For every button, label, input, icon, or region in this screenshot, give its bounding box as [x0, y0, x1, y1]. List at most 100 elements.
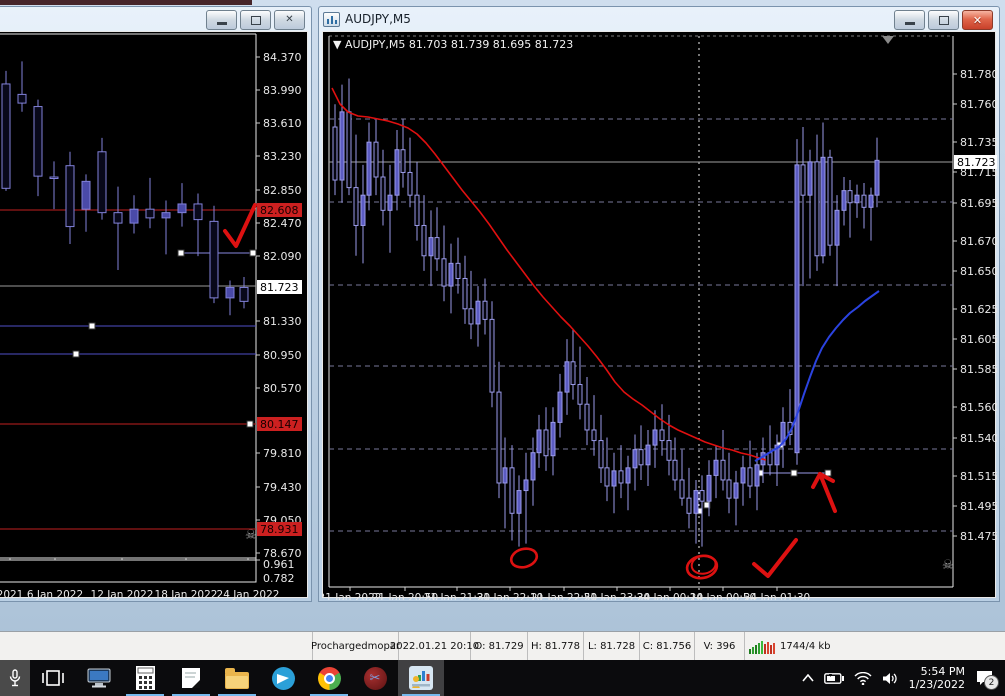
status-traffic: 1744/4 kb: [745, 632, 835, 661]
chrome-icon: [317, 666, 341, 690]
svg-text:12 Jan 2022: 12 Jan 2022: [91, 589, 154, 600]
chart-window-icon: [323, 11, 340, 27]
svg-text:0.782: 0.782: [263, 572, 295, 585]
restore-icon[interactable]: [928, 10, 959, 30]
svg-text:81.540: 81.540: [960, 432, 997, 445]
svg-text:83.990: 83.990: [263, 84, 302, 97]
task-view-icon: [42, 670, 64, 686]
svg-text:81.475: 81.475: [960, 530, 997, 543]
minimize-icon[interactable]: [894, 10, 925, 30]
status-bar: Prochargedmopar 2022.01.21 20:10 O: 81.7…: [0, 631, 1005, 661]
svg-text:2021: 2021: [0, 589, 23, 600]
svg-text:81.560: 81.560: [960, 401, 997, 414]
svg-text:☠: ☠: [942, 558, 954, 573]
svg-text:81.330: 81.330: [263, 315, 302, 328]
svg-text:81.495: 81.495: [960, 500, 997, 513]
svg-text:81.515: 81.515: [960, 470, 997, 483]
left-chart-canvas[interactable]: 84.370 83.990 83.610 83.230 82.850 82.470 82.0…: [0, 32, 309, 600]
svg-text:78.931: 78.931: [260, 523, 299, 536]
notification-center-icon[interactable]: 2: [975, 669, 999, 690]
svg-text:☠: ☠: [245, 528, 257, 543]
svg-text:82.470: 82.470: [263, 217, 302, 230]
svg-text:81.670: 81.670: [960, 235, 997, 248]
chart-window-audjpy-m5[interactable]: AUDJPY,M5 ✕ 81.780 81.760 81.735 81.715 81.6…: [318, 6, 1000, 602]
tray-chevron-icon[interactable]: [801, 674, 814, 682]
svg-text:81.723: 81.723: [957, 156, 996, 169]
svg-text:79.430: 79.430: [263, 481, 302, 494]
chart-window-left[interactable]: ✕ 84.370 83.990 83.610 83.230 82.850 82.470 82…: [0, 6, 312, 602]
file-explorer-icon: [225, 667, 249, 689]
svg-text:79.810: 79.810: [263, 447, 302, 460]
svg-text:80.147: 80.147: [260, 418, 299, 431]
battery-icon[interactable]: [823, 672, 844, 684]
calculator-icon: [135, 666, 155, 690]
svg-text:81.735: 81.735: [960, 136, 997, 149]
svg-text:82.090: 82.090: [263, 250, 302, 263]
svg-text:81.585: 81.585: [960, 363, 997, 376]
svg-text:83.610: 83.610: [263, 117, 302, 130]
svg-text:81.695: 81.695: [960, 197, 997, 210]
tray-time: 5:54 PM: [920, 665, 965, 678]
status-open: O: 81.729: [471, 632, 528, 661]
svg-text:81.625: 81.625: [960, 303, 997, 316]
wifi-icon[interactable]: [854, 671, 872, 685]
taskbar-chrome-button[interactable]: [306, 660, 352, 696]
traffic-label: 1744/4 kb: [780, 641, 831, 652]
background-window-edge: [0, 0, 252, 5]
status-account: Prochargedmopar: [311, 632, 400, 661]
taskbar-notepad-button[interactable]: [168, 660, 214, 696]
metatrader-icon: [409, 666, 433, 690]
minimize-icon[interactable]: [206, 10, 237, 30]
svg-text:24 Jan 01:30: 24 Jan 01:30: [744, 592, 810, 600]
taskbar-file-explorer-button[interactable]: [214, 660, 260, 696]
speaker-icon[interactable]: [882, 672, 899, 685]
status-close: C: 81.756: [640, 632, 695, 661]
svg-text:6 Jan 2022: 6 Jan 2022: [27, 589, 83, 600]
close-icon[interactable]: ✕: [274, 10, 305, 30]
traffic-bars-icon: [749, 640, 775, 654]
svg-text:80.570: 80.570: [263, 382, 302, 395]
svg-text:18 Jan 2022: 18 Jan 2022: [155, 589, 218, 600]
taskbar: ✂ 5:54 PM 1/23/2022 2: [0, 660, 1005, 696]
taskbar-telegram-button[interactable]: [260, 660, 306, 696]
svg-text:82.608: 82.608: [260, 204, 299, 217]
right-chart-client: 81.780 81.760 81.735 81.715 81.695 81.670 81.6…: [322, 31, 997, 600]
taskbar-clock[interactable]: 5:54 PM 1/23/2022: [909, 665, 965, 691]
status-bar-datetime: 2022.01.21 20:10: [390, 632, 479, 661]
window-title: AUDJPY,M5: [345, 12, 411, 26]
svg-text:83.230: 83.230: [263, 150, 302, 163]
taskbar-media-app-button[interactable]: ✂: [352, 660, 398, 696]
status-volume: V: 396: [695, 632, 745, 661]
notification-badge: 2: [984, 675, 999, 690]
svg-text:0.961: 0.961: [263, 558, 295, 571]
svg-text:81.780: 81.780: [960, 68, 997, 81]
left-window-titlebar[interactable]: ✕: [0, 7, 311, 31]
media-app-icon: ✂: [363, 666, 387, 690]
taskbar-microphone-button[interactable]: [0, 660, 30, 696]
status-blank: [0, 632, 313, 661]
restore-icon[interactable]: [240, 10, 271, 30]
right-window-titlebar[interactable]: AUDJPY,M5 ✕: [319, 7, 999, 31]
notepad-icon: [182, 668, 200, 688]
microphone-icon: [9, 669, 21, 687]
system-tray: 5:54 PM 1/23/2022 2: [801, 660, 1005, 696]
taskbar-computer-button[interactable]: [76, 660, 122, 696]
taskbar-task-view-button[interactable]: [30, 660, 76, 696]
svg-text:81.760: 81.760: [960, 98, 997, 111]
close-icon[interactable]: ✕: [962, 10, 993, 30]
svg-text:81.723: 81.723: [260, 281, 299, 294]
svg-text:80.950: 80.950: [263, 349, 302, 362]
taskbar-metatrader-button[interactable]: [398, 660, 444, 696]
svg-text:81.650: 81.650: [960, 265, 997, 278]
left-chart-client: 84.370 83.990 83.610 83.230 82.850 82.470 82.0…: [0, 31, 309, 600]
status-low: L: 81.728: [584, 632, 640, 661]
audjpy-m5-chart-canvas[interactable]: 81.78081.76081.73581.71581.69581.67081.6…: [323, 32, 997, 600]
computer-icon: [87, 668, 111, 688]
tray-date: 1/23/2022: [908, 678, 965, 691]
telegram-icon: [271, 666, 295, 690]
svg-text:81.605: 81.605: [960, 333, 997, 346]
svg-text:82.850: 82.850: [263, 184, 302, 197]
svg-text:▼ AUDJPY,M5 81.703 81.739 81.: ▼ AUDJPY,M5 81.703 81.739 81.695 81.723: [333, 38, 573, 51]
taskbar-calculator-button[interactable]: [122, 660, 168, 696]
status-high: H: 81.778: [528, 632, 584, 661]
